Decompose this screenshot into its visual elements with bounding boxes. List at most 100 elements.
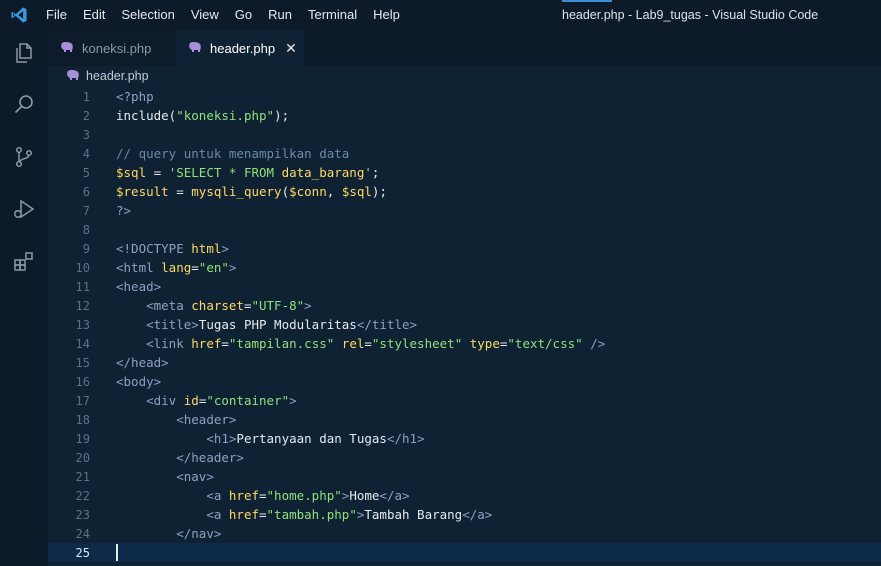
line-code: <?php xyxy=(116,89,154,104)
code-line[interactable]: 2 include("koneksi.php"); xyxy=(48,106,881,125)
code-token: lang xyxy=(161,260,192,275)
code-line[interactable]: 1 <?php xyxy=(48,87,881,106)
code-token: </head> xyxy=(116,355,169,370)
code-line[interactable]: 19 <h1>Pertanyaan dan Tugas</h1> xyxy=(48,429,881,448)
code-token: charset xyxy=(191,298,244,313)
source-control-icon[interactable] xyxy=(10,143,38,171)
code-token: = xyxy=(259,488,267,503)
code-line[interactable]: 12 <meta charset="UTF-8"> xyxy=(48,296,881,315)
php-elephant-icon xyxy=(188,41,202,56)
line-code: <header> xyxy=(116,412,236,427)
line-number: 22 xyxy=(75,488,90,503)
line-number: 14 xyxy=(75,336,90,351)
code-line[interactable]: 4 // query untuk menampilkan data xyxy=(48,144,881,163)
code-token: <meta xyxy=(146,298,192,313)
code-line[interactable]: 18 <header> xyxy=(48,410,881,429)
line-code: </nav> xyxy=(116,526,221,541)
code-line[interactable]: 25 xyxy=(48,543,881,562)
code-line[interactable]: 3 xyxy=(48,125,881,144)
code-line[interactable]: 24 </nav> xyxy=(48,524,881,543)
line-number: 21 xyxy=(75,469,90,484)
menu-edit[interactable]: Edit xyxy=(75,0,113,30)
search-icon[interactable] xyxy=(10,91,38,119)
tab-header-php[interactable]: header.php ✕ xyxy=(176,30,304,66)
code-line[interactable]: 5 $sql = 'SELECT * FROM data_barang'; xyxy=(48,163,881,182)
code-token: html xyxy=(191,241,222,256)
code-token: Pertanyaan dan Tugas xyxy=(236,431,387,446)
code-line[interactable]: 16 <body> xyxy=(48,372,881,391)
code-token: </a> xyxy=(379,488,410,503)
code-line[interactable]: 20 </header> xyxy=(48,448,881,467)
code-token: > xyxy=(289,393,297,408)
menu-file[interactable]: File xyxy=(38,0,75,30)
line-number: 19 xyxy=(75,431,90,446)
code-line[interactable]: 9 <!DOCTYPE html> xyxy=(48,239,881,258)
code-token: "container" xyxy=(206,393,290,408)
code-token: </a> xyxy=(462,507,493,522)
code-token: "UTF-8" xyxy=(251,298,305,313)
line-code: <!DOCTYPE html> xyxy=(116,241,229,256)
code-token: mysqli_query xyxy=(191,184,282,199)
code-token: <!DOCTYPE xyxy=(116,241,192,256)
breadcrumb-file[interactable]: header.php xyxy=(86,69,149,83)
code-token: > xyxy=(221,241,229,256)
run-debug-icon[interactable] xyxy=(10,195,38,223)
line-code: <head> xyxy=(116,279,161,294)
code-token: include( xyxy=(116,108,177,123)
code-editor[interactable]: 1 <?php 2 include("koneksi.php"); 3 4 // query… xyxy=(48,86,881,566)
code-line[interactable]: 8 xyxy=(48,220,881,239)
code-line[interactable]: 23 <a href="tambah.php">Tambah Barang</a… xyxy=(48,505,881,524)
line-number: 15 xyxy=(75,355,90,370)
code-token: = xyxy=(168,184,192,199)
line-number: 13 xyxy=(75,317,90,332)
menu-selection[interactable]: Selection xyxy=(113,0,182,30)
menu-view[interactable]: View xyxy=(183,0,227,30)
code-token: $result xyxy=(116,184,169,199)
code-token: = xyxy=(364,336,372,351)
menu-terminal[interactable]: Terminal xyxy=(300,0,365,30)
code-line[interactable]: 14 <link href="tampilan.css" rel="styles… xyxy=(48,334,881,353)
line-number: 9 xyxy=(82,241,90,256)
line-code: <body> xyxy=(116,374,161,389)
code-token: "text/css" xyxy=(507,336,583,351)
line-code: $sql = 'SELECT * FROM data_barang'; xyxy=(116,165,379,180)
line-code: <link href="tampilan.css" rel="styleshee… xyxy=(116,336,605,351)
tab-label: header.php xyxy=(210,40,276,56)
code-token: data_barang xyxy=(281,165,365,180)
code-line[interactable]: 7 ?> xyxy=(48,201,881,220)
tab-koneksi-php[interactable]: koneksi.php xyxy=(48,30,176,66)
line-code: <div id="container"> xyxy=(116,393,297,408)
code-line[interactable]: 11 <head> xyxy=(48,277,881,296)
code-token: = xyxy=(191,260,199,275)
code-line[interactable]: 21 <nav> xyxy=(48,467,881,486)
line-number: 12 xyxy=(75,298,90,313)
menu-run[interactable]: Run xyxy=(260,0,300,30)
line-number: 2 xyxy=(82,108,90,123)
line-code: <a href="home.php">Home</a> xyxy=(116,488,410,503)
code-line[interactable]: 13 <title>Tugas PHP Modularitas</title> xyxy=(48,315,881,334)
code-line[interactable]: 10 <html lang="en"> xyxy=(48,258,881,277)
menu-help[interactable]: Help xyxy=(365,0,408,30)
code-line[interactable]: 17 <div id="container"> xyxy=(48,391,881,410)
close-tab-icon[interactable]: ✕ xyxy=(285,40,297,57)
explorer-icon[interactable] xyxy=(10,39,38,67)
line-code: ?> xyxy=(116,203,131,218)
extensions-icon[interactable] xyxy=(10,247,38,275)
menu-go[interactable]: Go xyxy=(227,0,260,30)
code-token: href xyxy=(228,507,259,522)
line-number: 5 xyxy=(82,165,90,180)
line-number: 16 xyxy=(75,374,90,389)
code-token: <head> xyxy=(116,279,162,294)
code-line[interactable]: 22 <a href="home.php">Home</a> xyxy=(48,486,881,505)
code-line[interactable]: 15 </head> xyxy=(48,353,881,372)
line-number: 20 xyxy=(75,450,90,465)
code-line[interactable]: 6 $result = mysqli_query($conn, $sql); xyxy=(48,182,881,201)
code-token: <html xyxy=(116,260,162,275)
code-token: 'SELECT * FROM xyxy=(168,165,282,180)
